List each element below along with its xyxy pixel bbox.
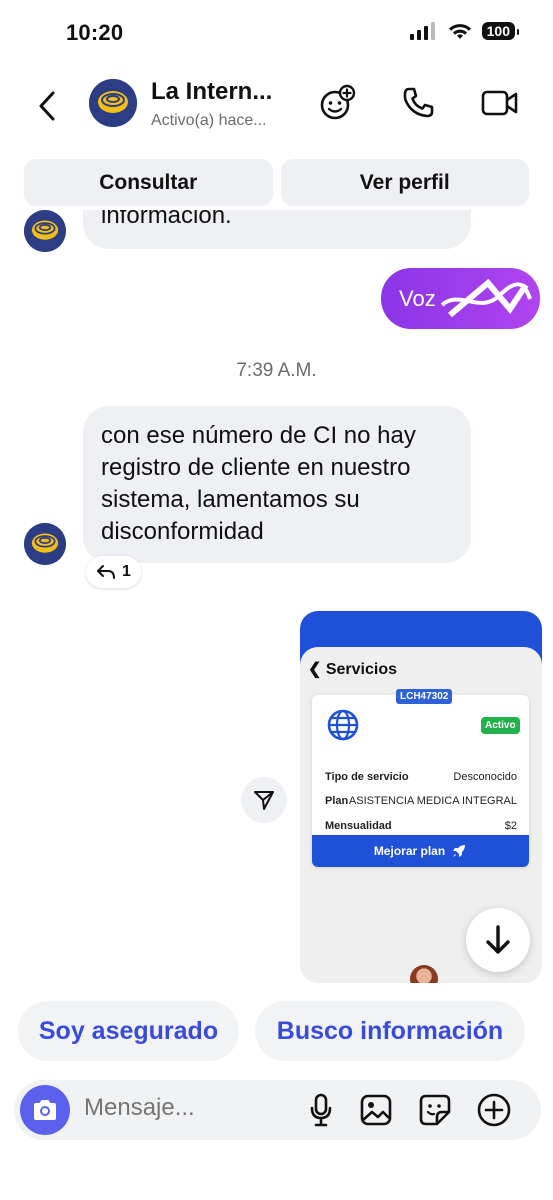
plus-circle-icon xyxy=(477,1093,511,1127)
camera-icon xyxy=(34,1100,56,1120)
reply-count-badge[interactable]: 1 xyxy=(86,556,141,588)
attachment-title-text: Servicios xyxy=(325,661,398,678)
share-button[interactable] xyxy=(241,777,287,823)
microphone-icon xyxy=(310,1093,332,1127)
message-text: con ese número de CI no hay registro de … xyxy=(101,422,416,545)
voice-call-button[interactable] xyxy=(397,82,439,124)
gallery-button[interactable] xyxy=(358,1092,394,1128)
chevron-left-icon: ❮ xyxy=(308,661,326,678)
row-value: ASISTENCIA MEDICA INTEGRAL xyxy=(348,795,517,807)
scroll-to-bottom-button[interactable] xyxy=(466,908,530,972)
consult-button[interactable]: Consultar xyxy=(24,159,273,206)
message-bubble-outgoing[interactable]: Voz xyxy=(381,268,540,329)
image-icon xyxy=(360,1094,392,1126)
back-button[interactable] xyxy=(30,86,64,126)
status-bar: 10:20 100 xyxy=(0,0,553,68)
contact-status: Activo(a) hace... xyxy=(151,112,267,129)
row-value: Desconocido xyxy=(453,771,517,783)
message-input[interactable] xyxy=(84,1094,284,1122)
chat-header: La Intern... Activo(a) hace... xyxy=(0,68,553,146)
send-icon xyxy=(254,791,274,810)
video-call-button[interactable] xyxy=(479,82,521,124)
brand-logo-icon xyxy=(24,210,66,252)
waveform-icon xyxy=(440,278,532,317)
voice-record-button[interactable] xyxy=(303,1092,339,1128)
chat-thread[interactable]: información. Voz 7:39 A.M. con ese númer… xyxy=(0,210,553,996)
message-bubble-incoming[interactable]: información. xyxy=(83,210,471,249)
suggestion-chip[interactable]: Busco información xyxy=(255,1001,525,1061)
message-text: información. xyxy=(101,210,232,229)
view-profile-button[interactable]: Ver perfil xyxy=(280,159,529,206)
sticker-add-icon xyxy=(320,84,356,120)
wifi-icon xyxy=(448,24,471,39)
quick-actions: Consultar Ver perfil xyxy=(24,159,529,206)
upgrade-plan-label: Mejorar plan xyxy=(373,844,446,858)
more-options-button[interactable] xyxy=(476,1092,512,1128)
row-value: $2 xyxy=(504,820,517,832)
brand-logo-icon xyxy=(24,523,66,565)
suggested-replies: Soy asegurado Busco información xyxy=(18,1001,543,1061)
contact-name[interactable]: La Intern... xyxy=(151,78,291,106)
sender-avatar[interactable] xyxy=(24,210,66,252)
sticker-icon xyxy=(419,1094,451,1126)
chevron-left-icon xyxy=(39,91,55,121)
attachment-title: ❮ Servicios xyxy=(308,659,397,679)
message-bubble-incoming[interactable]: con ese número de CI no hay registro de … xyxy=(83,406,471,563)
camera-button[interactable] xyxy=(20,1085,70,1135)
battery-indicator: 100 xyxy=(481,22,520,40)
video-camera-icon xyxy=(481,90,518,116)
status-time: 10:20 xyxy=(66,20,124,45)
phone-icon xyxy=(403,87,434,118)
suggestion-chip[interactable]: Soy asegurado xyxy=(18,1001,239,1061)
row-label: Plan xyxy=(325,795,349,807)
voice-message-label: Voz xyxy=(399,285,436,311)
reply-arrow-icon xyxy=(97,565,115,579)
status-icons: 100 xyxy=(409,22,520,40)
upgrade-plan-button: Mejorar plan xyxy=(312,835,529,867)
reply-count: 1 xyxy=(122,563,131,580)
row-label: Mensualidad xyxy=(325,820,392,832)
status-badge: Activo xyxy=(481,717,520,734)
arrow-down-icon xyxy=(486,925,510,954)
globe-icon xyxy=(327,709,359,741)
message-composer xyxy=(14,1080,541,1140)
service-code: LCH47302 xyxy=(396,689,453,704)
sticker-button[interactable] xyxy=(417,1092,453,1128)
add-reaction-button[interactable] xyxy=(316,82,358,124)
sender-avatar[interactable] xyxy=(24,523,66,565)
timestamp-separator: 7:39 A.M. xyxy=(236,360,317,381)
signal-icon xyxy=(409,22,435,40)
brand-logo-icon xyxy=(89,79,137,127)
row-label: Tipo de servicio xyxy=(325,771,409,783)
contact-avatar[interactable] xyxy=(89,79,137,127)
rocket-icon xyxy=(453,845,466,857)
